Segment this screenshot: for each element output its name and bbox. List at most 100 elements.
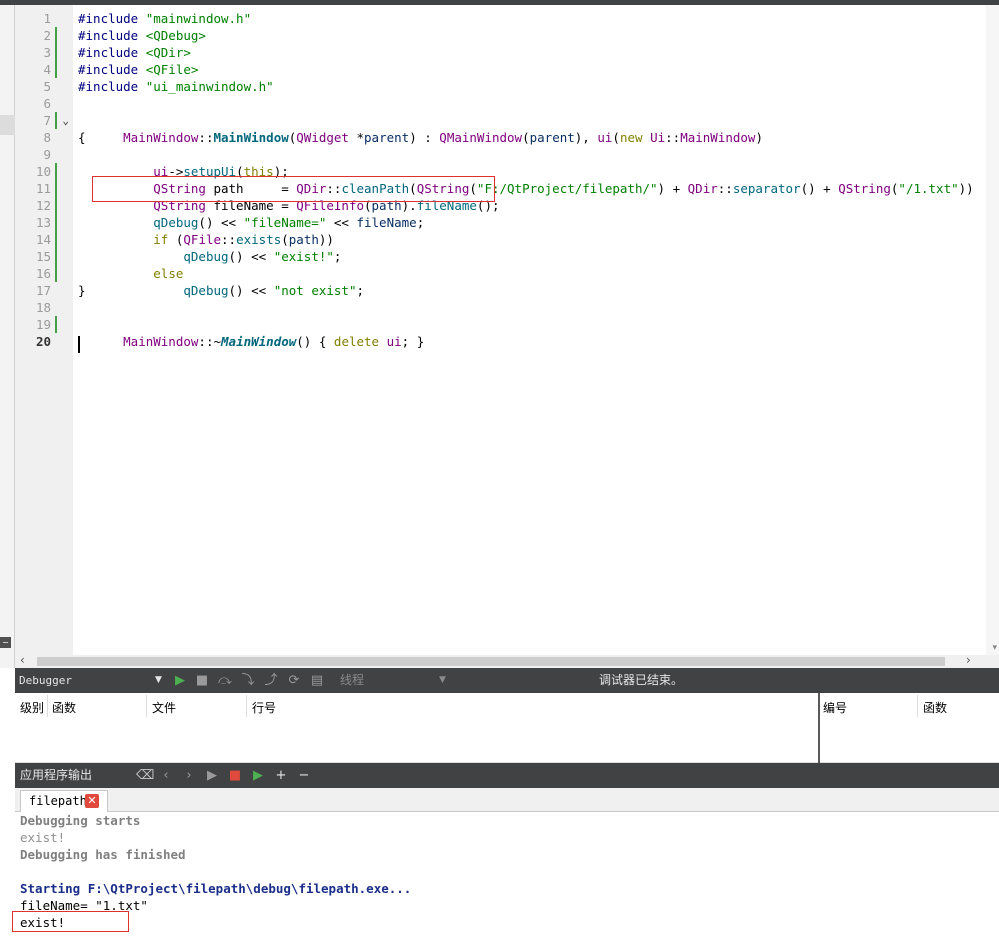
debugger-toolbar: Debugger ▼ ▶ ■ ⤼ ⤵ ⤴ ⟳ ▤ 线程 ▼ 调试器已结束。 [15,668,999,693]
code-editor[interactable]: 1 2 3 4 5 6 7 ⌄ 8 9 10 11 12 13 14 15 16 … [15,5,999,655]
output-line: Starting F:\QtProject\filepath\debug\fil… [20,881,412,896]
continue-icon[interactable]: ▶ [173,674,187,688]
line-number: 9 [43,147,51,162]
line-number: 4 [43,62,51,77]
column-header[interactable]: 行号 [252,699,276,716]
gutter-line: 19 [15,316,73,333]
highlight-box-output [12,911,129,932]
scroll-right-icon[interactable]: › [966,653,971,667]
line-number: 15 [35,249,51,264]
change-bar [55,27,57,44]
change-bar [55,265,57,282]
chevron-down-icon[interactable]: ⌄ [62,112,69,129]
step-over-icon[interactable]: ⤼ [218,674,232,688]
column-separator [146,695,147,717]
output-line: exist! [20,830,66,845]
line-number: 18 [35,300,51,315]
code-line-15: else [153,266,184,281]
line-number: 7 [43,113,51,128]
line-number: 2 [43,28,51,43]
column-header[interactable]: 函数 [52,699,76,716]
change-bar [55,316,57,333]
threads-combo[interactable]: 线程 [340,668,364,693]
code-line-1: #include "mainwindow.h" [78,11,252,26]
pane-splitter[interactable] [818,693,820,763]
change-bar [55,214,57,231]
gutter-line: 17 [15,282,73,299]
line-number: 10 [35,164,51,179]
text-caret [78,336,80,353]
line-number: 1 [43,11,51,26]
zoom-in-icon[interactable]: + [274,769,288,783]
close-icon[interactable]: ✕ [85,794,99,808]
step-out-icon[interactable]: ⤴ [264,674,278,688]
code-line-4: #include <QFile> [78,62,199,77]
change-bar [55,112,57,129]
gutter-line: 13 [15,214,73,231]
code-line-19: MainWindow::~MainWindow() { delete ui; } [123,334,425,349]
current-line-number: 20 [35,334,51,349]
code-line-16: qDebug() << "not exist"; [183,283,365,298]
vertical-scrollbar[interactable]: ▾ [986,5,999,655]
scroll-left-icon[interactable]: ‹ [20,653,25,667]
clear-output-icon[interactable]: ⌫ [136,769,154,783]
change-bar [55,231,57,248]
gutter-line: 20 [15,333,73,350]
gutter-line: 15 [15,248,73,265]
code-line-3: #include <QDir> [78,45,191,60]
gutter-line: 11 [15,180,73,197]
line-number: 17 [35,283,51,298]
tab-label: filepath [29,794,87,808]
debug-run-icon[interactable]: ▶ [251,769,265,783]
change-bar [55,44,57,61]
line-number: 16 [35,266,51,281]
gutter-line: 4 [15,61,73,78]
change-bar [55,180,57,197]
combo-arrow-icon[interactable]: ▼ [155,668,162,693]
line-number: 11 [35,181,51,196]
next-icon[interactable]: › [182,769,196,783]
reverse-icon[interactable]: ▤ [310,674,324,688]
scrollbar-thumb[interactable] [37,657,945,666]
gutter-line: 5 [15,78,73,95]
stop-icon[interactable]: ■ [228,769,242,783]
gutter-line: 10 [15,163,73,180]
code-line-5: #include "ui_mainwindow.h" [78,79,274,94]
code-line-2: #include <QDebug> [78,28,206,43]
gutter-line: 6 [15,95,73,112]
code-line-13: if (QFile::exists(path)) [153,232,334,247]
step-into-icon[interactable]: ⤵ [241,674,255,688]
tab-filepath[interactable]: filepath ✕ [20,790,108,812]
highlight-box-code [92,176,495,202]
debugger-status: 调试器已结束。 [599,673,684,687]
sidebar-toggle-icon[interactable]: − [0,637,11,648]
column-header[interactable]: 编号 [823,699,847,716]
line-number: 5 [43,79,51,94]
gutter-line: 9 [15,146,73,163]
run-icon[interactable]: ▶ [205,769,219,783]
threads-arrow-icon[interactable]: ▼ [439,668,446,693]
code-line-9: ui->setupUi(this); [153,164,289,179]
stop-icon[interactable]: ■ [195,674,209,688]
restart-icon[interactable]: ⟳ [287,674,301,688]
application-output[interactable]: Debugging starts exist! Debugging has fi… [12,812,999,938]
output-toolbar: 应用程序输出 ⌫ ‹ › ▶ ■ ▶ + − [15,763,999,788]
column-separator [246,695,247,717]
line-number: 13 [35,215,51,230]
column-header[interactable]: 级别 [20,699,44,716]
zoom-out-icon[interactable]: − [297,769,311,783]
debugger-combo[interactable]: Debugger [19,668,72,693]
line-number-gutter: 1 2 3 4 5 6 7 ⌄ 8 9 10 11 12 13 14 15 16 … [15,5,73,655]
previous-icon[interactable]: ‹ [159,769,173,783]
horizontal-scrollbar[interactable]: ‹ › [15,653,999,668]
line-number: 3 [43,45,51,60]
change-bar [55,163,57,180]
chevron-down-icon[interactable]: ▾ [992,643,997,653]
debugger-panes: 级别 函数 文件 行号 编号 函数 [15,693,999,763]
gutter-line: 8 [15,129,73,146]
column-header[interactable]: 文件 [152,699,176,716]
column-header[interactable]: 函数 [923,699,947,716]
change-bar [55,61,57,78]
gutter-line: 7 ⌄ [15,112,73,129]
change-bar [55,197,57,214]
